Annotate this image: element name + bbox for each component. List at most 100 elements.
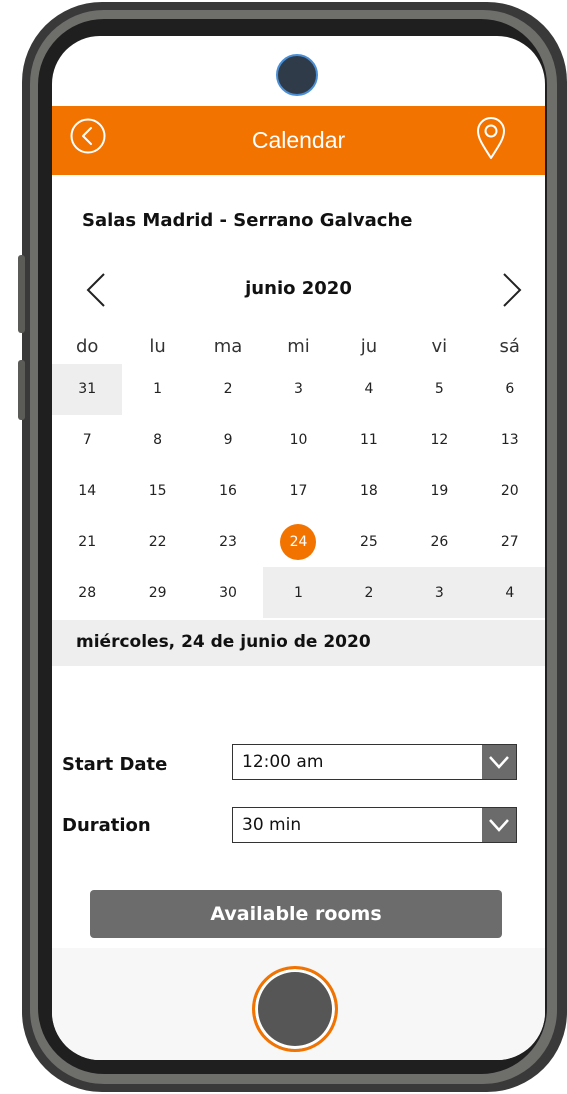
weekday-label: do (75, 336, 99, 357)
weekday-label: ma (213, 336, 243, 357)
duration-value: 30 min (242, 815, 302, 835)
calendar-day-number: 18 (360, 482, 378, 499)
calendar-day-number: 5 (434, 381, 444, 398)
weekday-header: do lu ma mi ju vi sá (52, 336, 545, 364)
calendar-day-number: 14 (78, 482, 97, 499)
calendar-day[interactable]: 12 (404, 415, 474, 466)
calendar-day[interactable]: 5 (404, 364, 474, 415)
back-circle-icon[interactable] (68, 116, 108, 156)
chevron-down-icon[interactable] (482, 745, 516, 779)
calendar-day[interactable]: 4 (334, 364, 404, 415)
calendar-day[interactable]: 28 (52, 567, 122, 618)
calendar-day[interactable]: 25 (334, 516, 404, 567)
calendar-day-other-month[interactable]: 2 (333, 567, 405, 618)
calendar-day[interactable]: 20 (475, 466, 545, 517)
front-camera (276, 54, 318, 96)
chevron-down-icon[interactable] (482, 808, 516, 842)
calendar-day-number: 24 (280, 523, 317, 560)
calendar-day[interactable]: 27 (475, 516, 545, 567)
duration-label: Duration (62, 815, 151, 836)
calendar-day[interactable]: 22 (122, 516, 192, 567)
calendar-day-number: 6 (505, 381, 515, 398)
calendar-day-number: 12 (430, 432, 449, 449)
calendar-day-other-month[interactable]: 3 (404, 567, 475, 618)
calendar-day[interactable]: 14 (52, 466, 122, 517)
calendar-day[interactable]: 8 (122, 415, 192, 466)
calendar-day[interactable]: 15 (122, 466, 192, 517)
calendar-day[interactable]: 11 (334, 415, 404, 466)
calendar-day-number: 1 (153, 381, 163, 398)
calendar-day-number: 3 (434, 584, 444, 601)
calendar-day-number: 2 (223, 381, 233, 398)
start-date-label: Start Date (62, 754, 168, 775)
calendar-day-number: 27 (500, 533, 519, 550)
calendar-days-grid: 31 1 2 3 4 5 6 7 8 9 10 11 12 13 14 15 16 17 18 19 20 21 22 23 2… (52, 364, 545, 618)
start-date-select[interactable]: 12:00 am (232, 744, 517, 780)
calendar-day-selected[interactable]: 24 (263, 516, 333, 567)
phone-screen: Calendar Salas Madrid - Serrano Galvache… (52, 36, 545, 1060)
calendar-day[interactable]: 18 (334, 466, 404, 517)
calendar-day-number: 3 (294, 381, 303, 398)
calendar-day-number: 4 (364, 381, 374, 398)
calendar-day[interactable]: 1 (122, 364, 192, 415)
page-title: Calendar (251, 127, 346, 153)
calendar-day-number: 2 (364, 584, 374, 601)
calendar-day-number: 23 (219, 533, 237, 550)
calendar-day[interactable]: 19 (404, 466, 474, 517)
weekday-label: vi (431, 336, 448, 357)
calendar-day[interactable]: 7 (52, 415, 122, 466)
calendar-day-number: 8 (153, 432, 163, 449)
calendar-day[interactable]: 13 (475, 415, 545, 466)
calendar-day-number: 1 (294, 584, 303, 601)
calendar-day-other-month[interactable]: 1 (263, 567, 334, 618)
calendar-day-number: 19 (430, 482, 449, 499)
calendar-day-number: 15 (148, 482, 167, 499)
calendar-day-number: 11 (360, 432, 378, 449)
calendar-day-number: 7 (82, 432, 92, 449)
mute-switch (18, 360, 25, 420)
available-rooms-button[interactable]: Available rooms (90, 890, 502, 938)
weekday-label: mi (287, 336, 310, 357)
calendar-day-number: 21 (78, 533, 97, 550)
calendar-day[interactable]: 10 (263, 415, 333, 466)
calendar-day-number: 17 (289, 482, 308, 499)
calendar-day-number: 31 (78, 381, 97, 398)
calendar-day-number: 13 (500, 432, 519, 449)
calendar-day[interactable]: 9 (193, 415, 263, 466)
chevron-right-icon[interactable] (498, 270, 526, 310)
calendar-day[interactable]: 16 (193, 466, 263, 517)
month-title: junio 2020 (245, 278, 352, 299)
calendar-day-number: 16 (219, 482, 237, 499)
calendar-day[interactable]: 6 (475, 364, 545, 415)
calendar-day[interactable]: 30 (193, 567, 263, 618)
calendar-day[interactable]: 17 (263, 466, 333, 517)
calendar-day-number: 4 (505, 584, 515, 601)
volume-button (18, 255, 25, 333)
location-pin-icon[interactable] (474, 114, 508, 162)
calendar-day[interactable]: 3 (263, 364, 333, 415)
weekday-label: sá (499, 336, 520, 357)
selected-date-label: miércoles, 24 de junio de 2020 (76, 632, 371, 652)
calendar-day-other-month[interactable]: 31 (52, 364, 123, 415)
selected-date-bar: miércoles, 24 de junio de 2020 (52, 620, 545, 666)
calendar-day-number: 25 (360, 533, 378, 550)
calendar-day-number: 10 (289, 432, 308, 449)
duration-select[interactable]: 30 min (232, 807, 517, 843)
calendar-day[interactable]: 21 (52, 516, 122, 567)
calendar-day-number: 28 (78, 584, 97, 601)
calendar-day-number: 22 (148, 533, 167, 550)
calendar-day[interactable]: 26 (404, 516, 474, 567)
calendar-day-number: 9 (223, 432, 233, 449)
calendar-day[interactable]: 2 (193, 364, 263, 415)
calendar-day-number: 30 (219, 584, 237, 601)
calendar-day-other-month[interactable]: 4 (474, 567, 545, 618)
calendar-day[interactable]: 23 (193, 516, 263, 567)
app-header: Calendar (52, 106, 545, 175)
calendar-day-number: 26 (430, 533, 449, 550)
calendar-day-number: 20 (500, 482, 519, 499)
home-button[interactable] (252, 966, 338, 1052)
calendar-day[interactable]: 29 (122, 567, 192, 618)
calendar-day-number: 29 (148, 584, 167, 601)
weekday-label: lu (149, 336, 166, 357)
start-date-value: 12:00 am (242, 752, 324, 772)
